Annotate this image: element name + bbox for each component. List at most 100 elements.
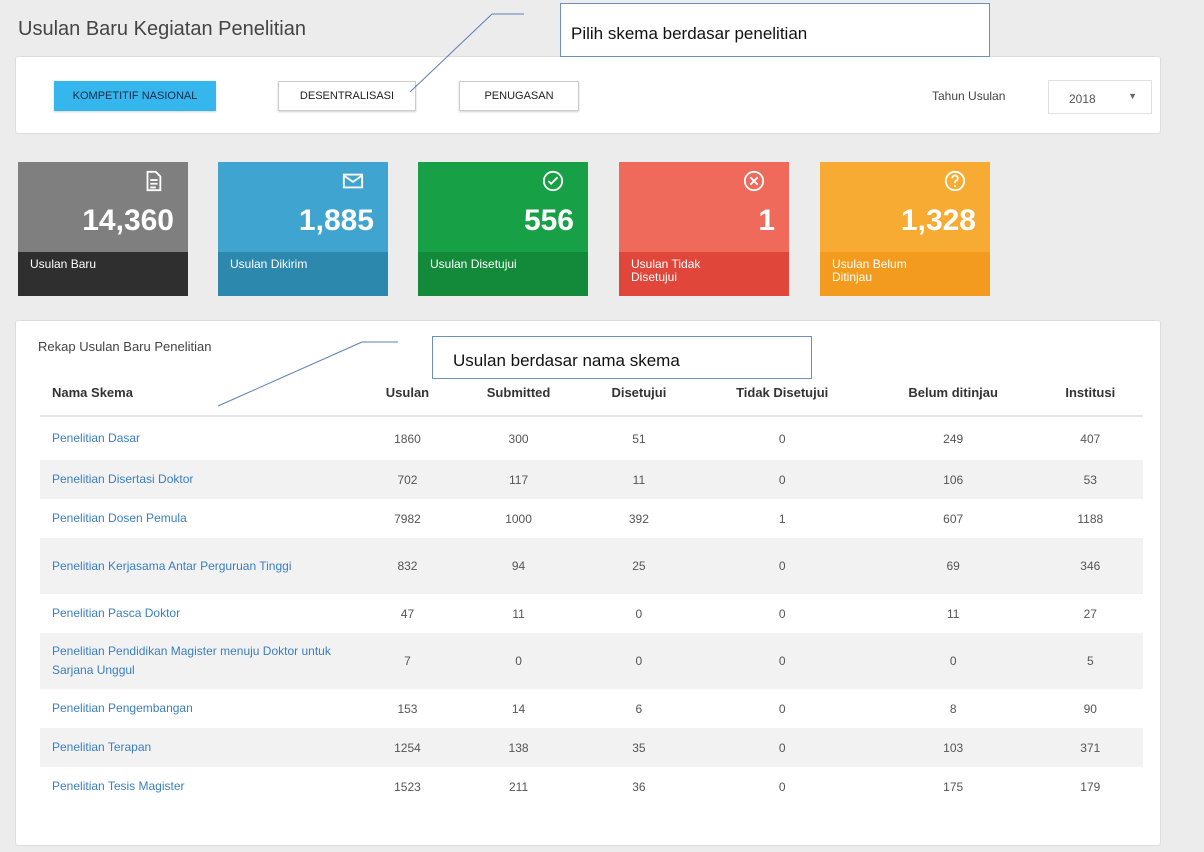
stat-value: 1,328 bbox=[900, 204, 976, 237]
column-header: Nama Skema bbox=[40, 369, 360, 417]
table-cell: 7982 bbox=[394, 511, 421, 526]
stat-label: Usulan Tidak Disetujui bbox=[631, 257, 701, 284]
check-circle-icon bbox=[542, 170, 564, 192]
stat-label: Usulan Belum Ditinjau bbox=[832, 257, 907, 284]
stat-card-bottom: Usulan Disetujui bbox=[418, 252, 588, 296]
scheme-name-link[interactable]: Penelitian Disertasi Doktor bbox=[40, 460, 360, 499]
stat-card-usulan-disetujui[interactable]: 556 Usulan Disetujui bbox=[418, 162, 588, 296]
stat-card-usulan-dikirim[interactable]: 1,885 Usulan Dikirim bbox=[218, 162, 388, 296]
table-cell: 11 bbox=[946, 606, 960, 621]
scheme-name-link[interactable]: Penelitian Tesis Magister bbox=[40, 767, 360, 806]
table-cell: 702 bbox=[360, 460, 455, 499]
table-cell: 11 bbox=[582, 460, 696, 499]
table-row: Penelitian Dasar 1860 300 51 0 249 407 bbox=[40, 416, 1143, 460]
question-circle-icon bbox=[944, 170, 966, 192]
table-row: Penelitian Dosen Pemula 7982 1000 392 1 607 11… bbox=[40, 499, 1143, 538]
stat-card-top: 1 bbox=[619, 162, 789, 252]
table-cell: 1188 bbox=[1077, 511, 1104, 526]
scheme-button-penugasan[interactable]: PENUGASAN bbox=[459, 81, 579, 111]
stat-label: Usulan Disetujui bbox=[430, 257, 517, 271]
table-cell: 153 bbox=[397, 701, 418, 716]
scheme-button-kompetitif-nasional[interactable]: KOMPETITIF NASIONAL bbox=[54, 81, 216, 111]
table-cell: 5 bbox=[1037, 633, 1143, 689]
table-cell: 0 bbox=[454, 633, 583, 689]
table-cell: 300 bbox=[508, 431, 529, 446]
table-cell: 117 bbox=[454, 460, 583, 499]
stat-card-bottom: Usulan Baru bbox=[18, 252, 188, 296]
table-cell: 346 bbox=[1037, 538, 1143, 594]
envelope-icon bbox=[342, 173, 364, 189]
table-row: Penelitian Kerjasama Antar Perguruan Tin… bbox=[40, 538, 1143, 594]
table-row: Penelitian Pasca Doktor 47 11 0 0 11 27 bbox=[40, 594, 1143, 633]
table-cell: 0 bbox=[778, 431, 786, 446]
stat-label: Usulan Baru bbox=[30, 257, 97, 271]
table-cell: 27 bbox=[1083, 606, 1097, 621]
stat-card-top: 1,885 bbox=[218, 162, 388, 252]
table-cell: 179 bbox=[1080, 779, 1101, 794]
stat-card-usulan-tidak-disetujui[interactable]: 1 Usulan Tidak Disetujui bbox=[619, 162, 789, 296]
stat-value: 1 bbox=[758, 204, 775, 237]
year-label: Tahun Usulan bbox=[932, 89, 1006, 103]
scheme-panel: KOMPETITIF NASIONAL DESENTRALISASI PENUG… bbox=[15, 56, 1161, 134]
table-cell: 0 bbox=[778, 606, 786, 621]
recap-panel: Rekap Usulan Baru Penelitian Nama Skema … bbox=[15, 320, 1161, 846]
scheme-name-link[interactable]: Penelitian Pendidikan Magister menuju Do… bbox=[40, 633, 360, 689]
table-row: Penelitian Pengembangan 153 14 6 0 8 90 bbox=[40, 689, 1143, 728]
stat-card-usulan-baru[interactable]: 14,360 Usulan Baru bbox=[18, 162, 188, 296]
scheme-button-desentralisasi[interactable]: DESENTRALISASI bbox=[278, 81, 416, 111]
stat-value: 14,360 bbox=[82, 204, 174, 237]
table-cell: 6 bbox=[635, 701, 643, 716]
table-cell: 90 bbox=[1083, 701, 1097, 716]
scheme-name-link[interactable]: Penelitian Kerjasama Antar Perguruan Tin… bbox=[40, 538, 360, 594]
column-header: Institusi bbox=[1037, 369, 1143, 417]
table-cell: 11 bbox=[512, 606, 525, 621]
table-cell: 0 bbox=[695, 538, 869, 594]
table-row: Penelitian Terapan 1254 138 35 0 103 371 bbox=[40, 728, 1143, 767]
table-cell: 47 bbox=[400, 606, 415, 621]
scheme-name-link[interactable]: Penelitian Dasar bbox=[40, 416, 360, 460]
stat-label: Usulan Dikirim bbox=[230, 257, 308, 271]
table-cell: 103 bbox=[868, 728, 1038, 767]
stat-card-top: 1,328 bbox=[820, 162, 990, 252]
callout-scheme-annotation: Pilih skema berdasar penelitian bbox=[560, 3, 990, 57]
table-cell: 832 bbox=[360, 538, 455, 594]
table-cell: 0 bbox=[695, 633, 869, 689]
callout-name-annotation: Usulan berdasar nama skema bbox=[432, 336, 812, 379]
table-cell: 0 bbox=[778, 779, 786, 794]
stat-card-usulan-belum-ditinjau[interactable]: 1,328 Usulan Belum Ditinjau bbox=[820, 162, 990, 296]
year-select[interactable]: 2018 ▼ bbox=[1048, 80, 1152, 114]
table-row: Penelitian Pendidikan Magister menuju Do… bbox=[40, 633, 1143, 689]
table-cell: 25 bbox=[582, 538, 696, 594]
table-cell: 69 bbox=[868, 538, 1038, 594]
table-cell: 1 bbox=[778, 511, 786, 526]
recap-title: Rekap Usulan Baru Penelitian bbox=[38, 339, 212, 354]
stat-value: 556 bbox=[523, 204, 574, 237]
scheme-name-link[interactable]: Penelitian Pengembangan bbox=[40, 689, 360, 728]
table-cell: 175 bbox=[943, 779, 964, 794]
table-cell: 211 bbox=[508, 779, 529, 794]
page-title: Usulan Baru Kegiatan Penelitian bbox=[18, 18, 306, 40]
stat-card-bottom: Usulan Belum Ditinjau bbox=[820, 252, 990, 296]
table-cell: 35 bbox=[582, 728, 696, 767]
table-row: Penelitian Disertasi Doktor 702 117 11 0 106 5… bbox=[40, 460, 1143, 499]
table-cell: 7 bbox=[360, 633, 455, 689]
table-cell: 94 bbox=[454, 538, 583, 594]
table-cell: 392 bbox=[628, 511, 649, 526]
table-cell: 138 bbox=[454, 728, 583, 767]
table-cell: 0 bbox=[778, 701, 786, 716]
table-cell: 14 bbox=[511, 701, 526, 716]
year-select-value: 2018 bbox=[1069, 92, 1096, 106]
scheme-name-link[interactable]: Penelitian Pasca Doktor bbox=[40, 594, 360, 633]
stat-card-bottom: Usulan Dikirim bbox=[218, 252, 388, 296]
table-cell: 1000 bbox=[505, 511, 532, 526]
table-row: Penelitian Tesis Magister 1523 211 36 0 175 17… bbox=[40, 767, 1143, 806]
table-cell: 1254 bbox=[360, 728, 455, 767]
table-cell: 0 bbox=[635, 606, 643, 621]
scheme-name-link[interactable]: Penelitian Dosen Pemula bbox=[40, 499, 360, 538]
document-icon bbox=[146, 170, 162, 192]
table-cell: 1523 bbox=[394, 779, 421, 794]
scheme-name-link[interactable]: Penelitian Terapan bbox=[40, 728, 360, 767]
table-cell: 106 bbox=[868, 460, 1038, 499]
table-cell: 0 bbox=[868, 633, 1038, 689]
table-cell: 249 bbox=[943, 431, 964, 446]
